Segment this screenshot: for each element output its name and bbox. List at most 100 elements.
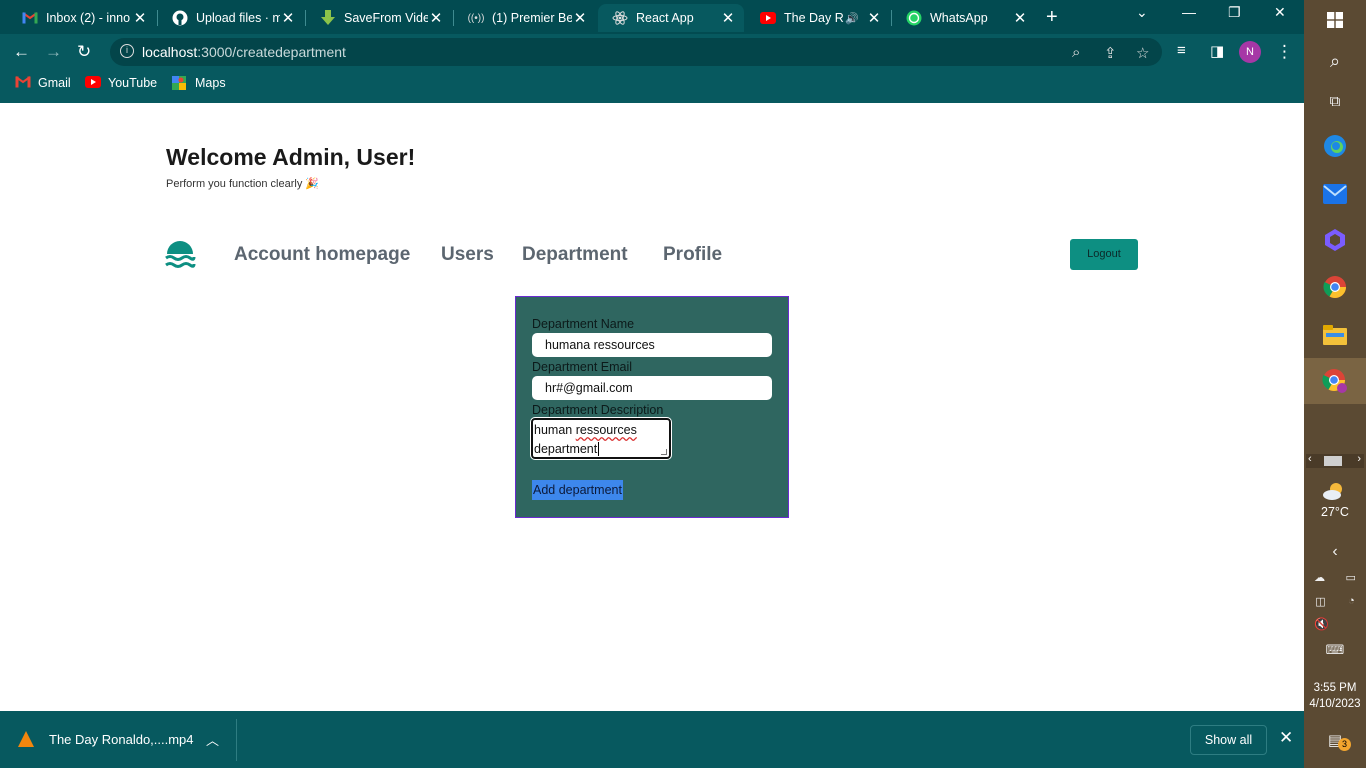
close-tab-icon[interactable]: ✕ (572, 9, 588, 27)
search-icon[interactable]: ⌕ (1304, 46, 1366, 76)
bookmarks-bar: Gmail YouTube Maps (0, 72, 1304, 96)
youtube-icon (85, 76, 101, 90)
description-line: department (534, 440, 668, 457)
bookmark-label: Gmail (38, 76, 71, 90)
tab-youtube[interactable]: The Day Ro 🔊 ✕ (746, 4, 890, 32)
tab-premierbet[interactable]: ((•)) (1) Premier Bet! ✕ (454, 4, 596, 32)
description-text: department (534, 442, 598, 456)
reload-icon[interactable]: ↻ (77, 42, 91, 62)
close-tab-icon[interactable]: ✕ (720, 9, 736, 27)
logout-button[interactable]: Logout (1070, 239, 1138, 270)
mail-icon[interactable] (1304, 176, 1366, 212)
zoom-icon[interactable]: ⌕ (1072, 44, 1080, 61)
taskbar-scroll[interactable]: ‹ › (1306, 453, 1364, 468)
speaker-icon[interactable]: 🔊 (844, 12, 860, 25)
chevron-up-icon[interactable]: ︿ (206, 730, 219, 749)
bookmark-youtube[interactable]: YouTube (85, 76, 157, 90)
back-icon[interactable]: ← (13, 42, 30, 62)
add-department-button[interactable]: Add department (532, 480, 623, 500)
github-icon (172, 10, 188, 26)
chevron-left-icon[interactable]: ‹ (1304, 542, 1366, 562)
tab-title: (1) Premier Bet! (492, 11, 572, 25)
weather-icon[interactable] (1304, 478, 1366, 504)
page-content: Welcome Admin, User! Perform you functio… (0, 103, 1304, 711)
task-view-icon[interactable]: ⧉ (1304, 86, 1366, 116)
chevron-left-icon[interactable]: ‹ (1308, 453, 1312, 465)
menu-icon[interactable]: ⋮ (1276, 42, 1293, 62)
forward-icon[interactable]: → (45, 42, 62, 62)
new-tab-icon[interactable]: + (1046, 6, 1058, 29)
tab-github[interactable]: Upload files · m ✕ (158, 4, 304, 32)
chrome-icon[interactable] (1304, 268, 1366, 306)
department-description-textarea[interactable]: human ressources department (530, 417, 672, 460)
chevron-right-icon[interactable]: › (1357, 453, 1361, 465)
share-icon[interactable]: ⇪ (1104, 44, 1117, 62)
site-info-icon[interactable]: i (120, 44, 134, 58)
wifi-icon[interactable]: ◔ (1348, 595, 1355, 607)
browser-chrome: Inbox (2) - inno ✕ Upload files · m ✕ Sa… (0, 0, 1304, 103)
tab-gmail[interactable]: Inbox (2) - inno ✕ (8, 4, 156, 32)
bookmark-maps[interactable]: Maps (172, 76, 226, 90)
tab-search-icon[interactable]: ⌄ (1136, 4, 1148, 21)
waves-logo-icon[interactable] (164, 240, 196, 270)
address-bar[interactable]: i localhost:3000/createdepartment ⌕ ⇪ ☆ (110, 38, 1162, 66)
battery-icon[interactable]: ▭ (1345, 571, 1355, 584)
temperature[interactable]: 27°C (1304, 505, 1366, 519)
resize-handle-icon[interactable] (661, 449, 667, 455)
chrome-profile-icon[interactable] (1304, 358, 1366, 404)
clock-date: 4/10/2023 (1309, 698, 1361, 710)
minimize-icon[interactable]: — (1182, 4, 1196, 20)
copilot-icon[interactable] (1304, 222, 1366, 258)
text-cursor (598, 442, 600, 456)
tray-row-2: ◫ ◔ (1304, 592, 1366, 610)
tab-title: Inbox (2) - inno (46, 11, 131, 25)
window-close-icon[interactable]: ✕ (1274, 4, 1286, 21)
tab-react-app[interactable]: React App ✕ (598, 4, 744, 32)
nav-account-homepage[interactable]: Account homepage (234, 244, 410, 266)
close-tab-icon[interactable]: ✕ (428, 9, 444, 27)
description-text: human (534, 423, 576, 437)
tab-savefrom[interactable]: SaveFrom Video ✕ (306, 4, 452, 32)
divider (236, 719, 237, 761)
onedrive-icon[interactable]: ☁ (1314, 571, 1325, 584)
close-tab-icon[interactable]: ✕ (1012, 9, 1028, 27)
close-tab-icon[interactable]: ✕ (280, 9, 296, 27)
bookmark-gmail[interactable]: Gmail (15, 76, 71, 90)
notification-badge: 3 (1338, 738, 1351, 751)
media-control-icon[interactable]: ≡ (1177, 42, 1186, 59)
edge-icon[interactable] (1304, 128, 1366, 164)
department-email-label: Department Email (532, 360, 633, 374)
gmail-icon (15, 76, 31, 90)
department-email-input[interactable]: hr#@gmail.com (532, 376, 772, 400)
tab-whatsapp[interactable]: WhatsApp ✕ (892, 4, 1036, 32)
nav-profile[interactable]: Profile (663, 244, 722, 266)
tab-title: The Day Ro (784, 11, 844, 25)
keyboard-icon[interactable]: ⌨ (1304, 640, 1366, 660)
url-text: localhost:3000/createdepartment (142, 44, 346, 60)
bookmark-label: YouTube (108, 76, 158, 90)
scroll-thumb[interactable] (1324, 456, 1342, 466)
department-description-label: Department Description (532, 403, 664, 417)
restore-icon[interactable]: ❐ (1228, 4, 1241, 21)
tab-title: SaveFrom Video (344, 11, 428, 25)
volume-muted-icon[interactable]: 🔇 (1304, 615, 1366, 633)
youtube-icon (760, 10, 776, 26)
department-name-input[interactable]: humana ressources (532, 333, 772, 357)
windows-start-icon[interactable] (1304, 4, 1366, 36)
download-item[interactable]: The Day Ronaldo,....mp4 (18, 731, 194, 747)
nav-department[interactable]: Department (522, 244, 628, 266)
file-explorer-icon[interactable] (1304, 316, 1366, 354)
close-tab-icon[interactable]: ✕ (132, 9, 148, 27)
nav-users[interactable]: Users (441, 244, 494, 266)
system-clock[interactable]: 3:55 PM 4/10/2023 (1304, 680, 1366, 712)
close-tab-icon[interactable]: ✕ (866, 9, 882, 27)
tab-title: Upload files · m (196, 11, 280, 25)
side-panel-icon[interactable]: ◨ (1210, 42, 1224, 60)
notifications-icon[interactable]: ▤ 3 (1304, 728, 1366, 752)
department-name-label: Department Name (532, 317, 635, 331)
show-all-button[interactable]: Show all (1190, 725, 1267, 755)
bookmark-star-icon[interactable]: ☆ (1136, 44, 1149, 62)
close-icon[interactable]: ✕ (1279, 728, 1293, 748)
profile-avatar[interactable]: N (1239, 41, 1261, 63)
meet-now-icon[interactable]: ◫ (1315, 595, 1325, 608)
